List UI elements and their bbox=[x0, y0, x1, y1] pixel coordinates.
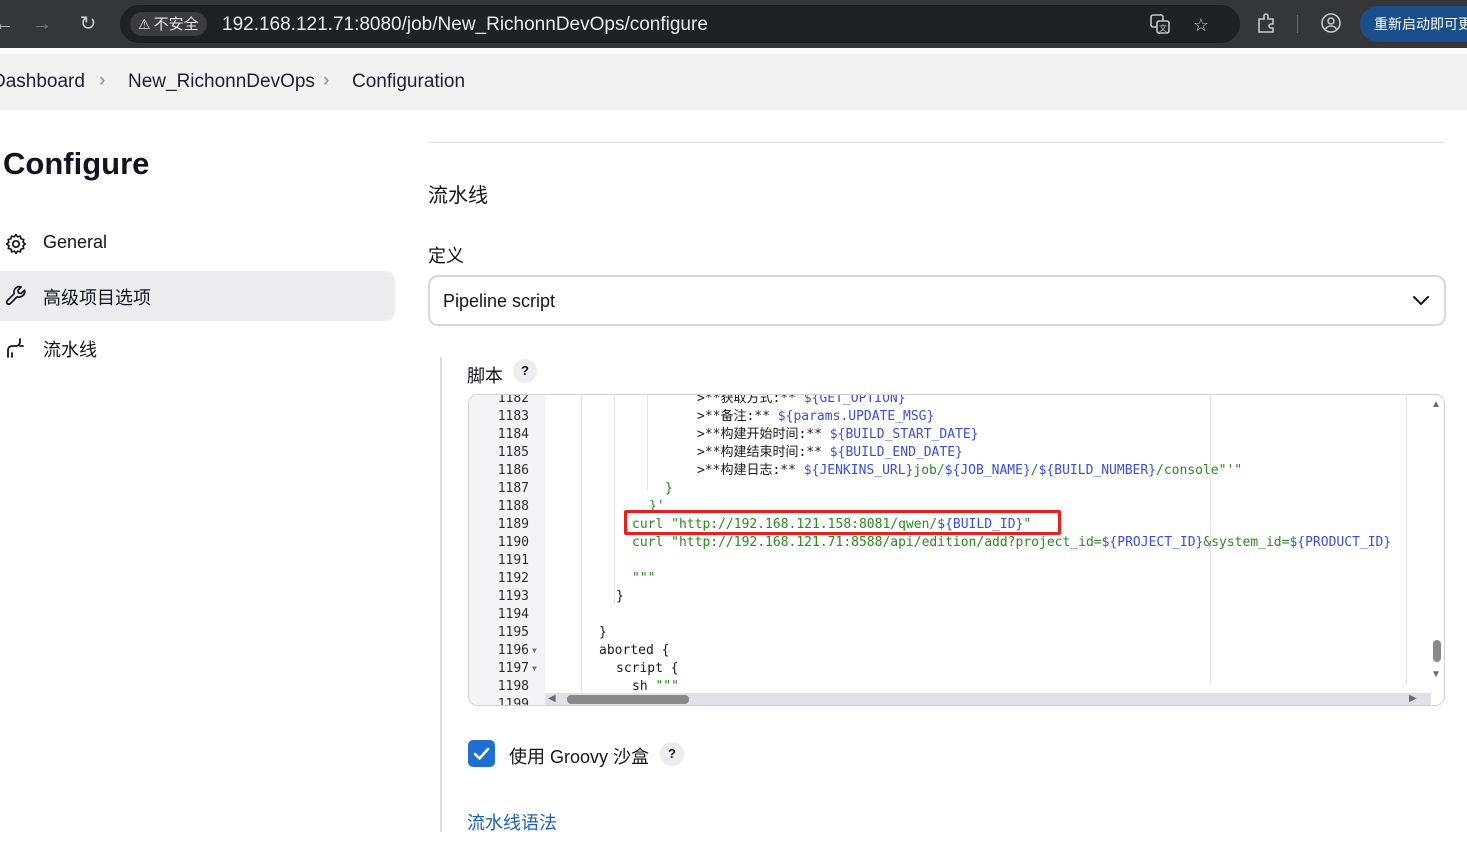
wrench-icon bbox=[4, 284, 28, 308]
chevron-down-icon bbox=[1410, 289, 1432, 311]
sidebar-item-label: 高级项目选项 bbox=[43, 288, 151, 308]
warning-icon: ⚠ bbox=[138, 16, 151, 32]
groovy-sandbox-label[interactable]: 使用 Groovy 沙盒 bbox=[509, 743, 649, 769]
script-label: 脚本 bbox=[467, 366, 503, 386]
groovy-sandbox-checkbox[interactable] bbox=[468, 740, 495, 767]
vertical-scrollbar[interactable]: ▲ ▼ bbox=[1428, 395, 1444, 705]
reload-icon[interactable]: ↻ bbox=[76, 12, 100, 36]
url-text[interactable]: 192.168.121.71:8080/job/New_RichonnDevOp… bbox=[222, 14, 708, 36]
scroll-down-icon[interactable]: ▼ bbox=[1431, 669, 1441, 680]
chevron-right-icon: › bbox=[99, 70, 106, 91]
highlight-annotation-box bbox=[624, 510, 1061, 535]
scroll-up-icon[interactable]: ▲ bbox=[1431, 399, 1441, 410]
sidebar-item-general[interactable]: General bbox=[0, 219, 395, 269]
breadcrumb-job[interactable]: New_RichonnDevOps bbox=[128, 71, 315, 93]
back-icon[interactable]: ← bbox=[0, 12, 16, 36]
extensions-icon[interactable] bbox=[1254, 12, 1278, 36]
address-bar[interactable]: ⚠ 不安全 192.168.121.71:8080/job/New_Richonn… bbox=[120, 5, 1240, 43]
sidebar-item-advanced-options[interactable]: 高级项目选项 bbox=[0, 271, 395, 321]
scrollbar-thumb[interactable] bbox=[1433, 640, 1441, 662]
code-line: 1192 """ bbox=[497, 571, 656, 586]
sidebar-item-pipeline[interactable]: 流水线 bbox=[0, 323, 395, 373]
breadcrumb: Dashboard › New_RichonnDevOps › Configur… bbox=[0, 54, 1467, 110]
code-line: 1196 ▼ aborted { bbox=[497, 642, 670, 660]
scroll-right-icon[interactable]: ▶ bbox=[1409, 693, 1417, 704]
horizontal-scrollbar[interactable]: ◀ ▶ bbox=[545, 693, 1431, 705]
code-line: 1182 >**获取方式:** ${GET_OPTION} bbox=[497, 394, 906, 406]
section-indent-bar bbox=[440, 357, 442, 832]
scrollbar-thumb[interactable] bbox=[567, 695, 689, 704]
code-line: 1190 curl "http://192.168.121.71:8588/api… bbox=[497, 535, 1392, 550]
fold-icon[interactable]: ▼ bbox=[532, 660, 537, 678]
definition-select-value: Pipeline script bbox=[443, 291, 556, 311]
pipeline-syntax-link[interactable]: 流水线语法 bbox=[467, 809, 557, 835]
script-help-button[interactable]: ? bbox=[513, 359, 537, 383]
breadcrumb-configuration[interactable]: Configuration bbox=[352, 71, 465, 93]
code-line: 1187} bbox=[497, 481, 673, 496]
code-lines: 1182 >**获取方式:** ${GET_OPTION} 1183 >**备注:*… bbox=[469, 394, 1429, 705]
groovy-help-button[interactable]: ? bbox=[660, 742, 684, 766]
definition-select[interactable]: Pipeline script bbox=[428, 275, 1446, 326]
code-line: 1191 bbox=[497, 553, 529, 568]
toolbar-separator bbox=[1297, 15, 1298, 33]
translate-icon[interactable]: 文 bbox=[1148, 13, 1172, 37]
sidebar-item-label: 流水线 bbox=[43, 340, 97, 360]
gear-icon bbox=[4, 232, 28, 256]
scroll-left-icon[interactable]: ◀ bbox=[548, 693, 556, 704]
breadcrumb-dashboard[interactable]: Dashboard bbox=[0, 71, 85, 93]
code-line: 1184 >**构建开始时间:** ${BUILD_START_DATE} bbox=[497, 427, 979, 442]
restart-update-button[interactable]: 重新启动即可更新 bbox=[1360, 6, 1467, 42]
browser-toolbar: ← → ↻ ⚠ 不安全 192.168.121.71:8080/job/New_R… bbox=[0, 0, 1467, 48]
svg-text:文: 文 bbox=[1159, 23, 1167, 33]
script-editor[interactable]: 1182 >**获取方式:** ${GET_OPTION} 1183 >**备注:*… bbox=[468, 394, 1445, 706]
pipeline-icon bbox=[4, 336, 28, 360]
page-title: Configure bbox=[3, 146, 150, 181]
forward-icon[interactable]: → bbox=[30, 12, 54, 36]
section-title: 流水线 bbox=[428, 185, 488, 207]
checkmark-icon bbox=[473, 747, 490, 760]
sidebar-item-label: General bbox=[43, 232, 108, 252]
code-line: 1185 >**构建结束时间:** ${BUILD_END_DATE} bbox=[497, 445, 963, 460]
code-line: 1183 >**备注:** ${params.UPDATE_MSG} bbox=[497, 409, 935, 424]
code-line: 1193} bbox=[497, 589, 624, 604]
chevron-right-icon: › bbox=[323, 70, 330, 91]
fold-icon[interactable]: ▼ bbox=[532, 642, 537, 660]
profile-icon[interactable] bbox=[1319, 12, 1343, 36]
security-chip[interactable]: ⚠ 不安全 bbox=[130, 12, 207, 36]
code-line: 1194 bbox=[497, 607, 529, 622]
code-line: 1186 >**构建日志:** ${JENKINS_URL}job/${JOB_N… bbox=[497, 463, 1243, 478]
code-line: 1197 ▼ script { bbox=[497, 660, 679, 678]
definition-label: 定义 bbox=[428, 246, 464, 266]
code-line: 1195} bbox=[497, 625, 607, 640]
divider bbox=[428, 142, 1445, 143]
star-icon[interactable]: ☆ bbox=[1189, 13, 1213, 37]
